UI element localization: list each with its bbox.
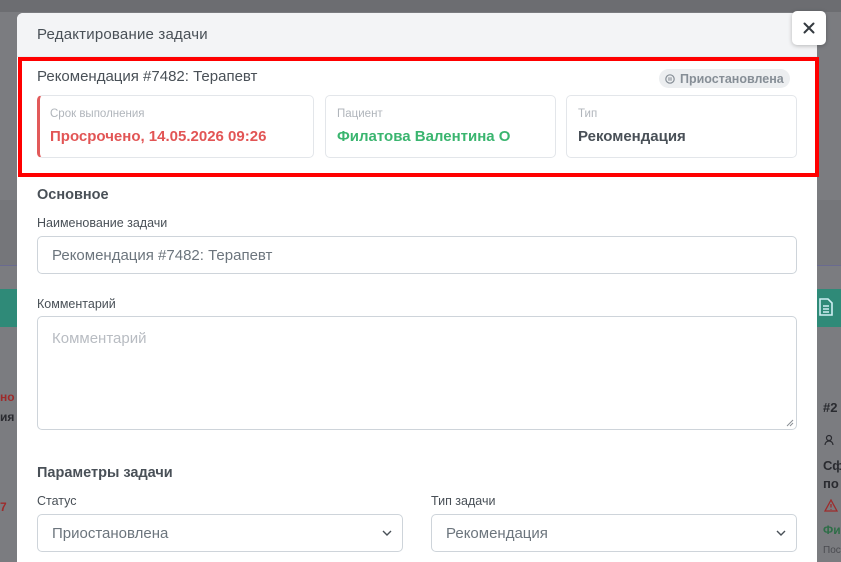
- backdrop-fragment: 7: [0, 500, 7, 514]
- backdrop-fragment: #2: [823, 400, 838, 415]
- users-icon: [824, 434, 838, 449]
- type-card: Тип Рекомендация: [566, 95, 797, 158]
- status-label: Статус: [37, 494, 77, 508]
- backdrop-fragment: Сф: [823, 458, 841, 473]
- task-name-input[interactable]: Рекомендация #7482: Терапевт: [37, 236, 797, 274]
- task-summary-title: Рекомендация #7482: Терапевт: [37, 68, 258, 85]
- comment-label: Комментарий: [37, 297, 116, 311]
- status-badge-label: Приостановлена: [680, 71, 784, 86]
- patient-card: Пациент Филатова Валентина О: [325, 95, 556, 158]
- task-type-select-value: Рекомендация: [446, 524, 548, 542]
- section-title-params: Параметры задачи: [37, 465, 173, 481]
- task-type-label: Тип задачи: [431, 494, 496, 508]
- type-label: Тип: [578, 108, 598, 120]
- document-icon: [819, 298, 833, 316]
- close-icon: [803, 22, 815, 34]
- warning-icon: [823, 498, 839, 515]
- backdrop-fragment: но: [0, 390, 15, 404]
- backdrop-fragment: Пос: [823, 545, 841, 556]
- due-date-label: Срок выполнения: [50, 108, 145, 120]
- task-name-label: Наименование задачи: [37, 216, 168, 230]
- type-value: Рекомендация: [578, 128, 686, 145]
- status-badge: Приостановлена: [659, 69, 790, 88]
- patient-value[interactable]: Филатова Валентина О: [337, 128, 510, 145]
- resize-grip-icon[interactable]: [785, 418, 794, 427]
- backdrop-topbar: [0, 0, 841, 12]
- status-select[interactable]: Приостановлена: [37, 514, 403, 552]
- patient-label: Пациент: [337, 108, 383, 120]
- task-summary: Рекомендация #7482: Терапевт Приостановл…: [17, 57, 817, 177]
- pause-circle-icon: [665, 73, 675, 84]
- due-date-value: Просрочено, 14.05.2026 09:26: [50, 128, 267, 145]
- comment-placeholder: Комментарий: [52, 330, 147, 347]
- section-title-main: Основное: [37, 187, 109, 203]
- chevron-down-icon: [776, 530, 786, 536]
- close-button[interactable]: [792, 11, 826, 45]
- task-name-value: Рекомендация #7482: Терапевт: [52, 246, 273, 264]
- backdrop-teal-strip-left: [0, 289, 17, 327]
- backdrop-fragment: Фи: [823, 523, 841, 537]
- backdrop-fragment: ия: [0, 410, 15, 424]
- status-select-value: Приостановлена: [52, 524, 169, 542]
- due-date-card: Срок выполнения Просрочено, 14.05.2026 0…: [37, 95, 314, 158]
- comment-textarea[interactable]: Комментарий: [37, 316, 797, 430]
- backdrop-fragment: по: [823, 476, 839, 491]
- modal-header: Редактирование задачи: [17, 13, 817, 57]
- modal-title: Редактирование задачи: [37, 26, 208, 43]
- chevron-down-icon: [382, 530, 392, 536]
- task-type-select[interactable]: Рекомендация: [431, 514, 797, 552]
